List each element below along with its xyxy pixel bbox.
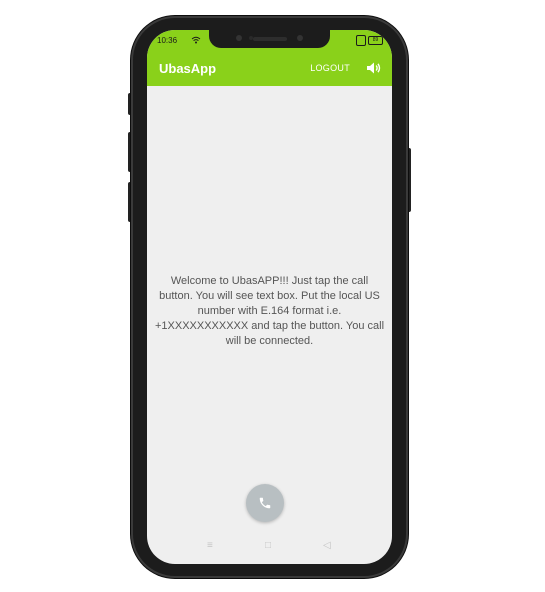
front-sensor-icon <box>297 35 303 41</box>
back-icon[interactable]: ◁ <box>323 540 331 551</box>
call-button[interactable] <box>246 484 284 522</box>
app-title: UbasApp <box>159 61 217 76</box>
wifi-icon <box>191 36 201 46</box>
stage: 10:36 89 UbasApp LOGOUT Welcome to UbasA… <box>0 0 545 592</box>
battery-icon: 89 <box>368 36 383 45</box>
sim-icon <box>356 35 366 46</box>
earpiece-speaker <box>252 37 287 41</box>
battery-level: 89 <box>372 37 379 43</box>
notch <box>209 30 330 48</box>
status-time: 10:36 <box>157 36 178 45</box>
front-camera-icon <box>236 35 242 41</box>
menu-icon[interactable]: ≡ <box>207 540 213 551</box>
home-icon[interactable]: □ <box>265 540 271 551</box>
volume-icon[interactable] <box>366 61 382 75</box>
app-bar: UbasApp LOGOUT <box>147 52 392 86</box>
logout-button[interactable]: LOGOUT <box>310 63 350 73</box>
navigation-bar: ≡ □ ◁ <box>147 536 392 560</box>
welcome-message: Welcome to UbasAPP!!! Just tap the call … <box>154 275 385 347</box>
phone-icon <box>259 497 271 509</box>
phone-screen: 10:36 89 UbasApp LOGOUT Welcome to UbasA… <box>147 30 392 564</box>
